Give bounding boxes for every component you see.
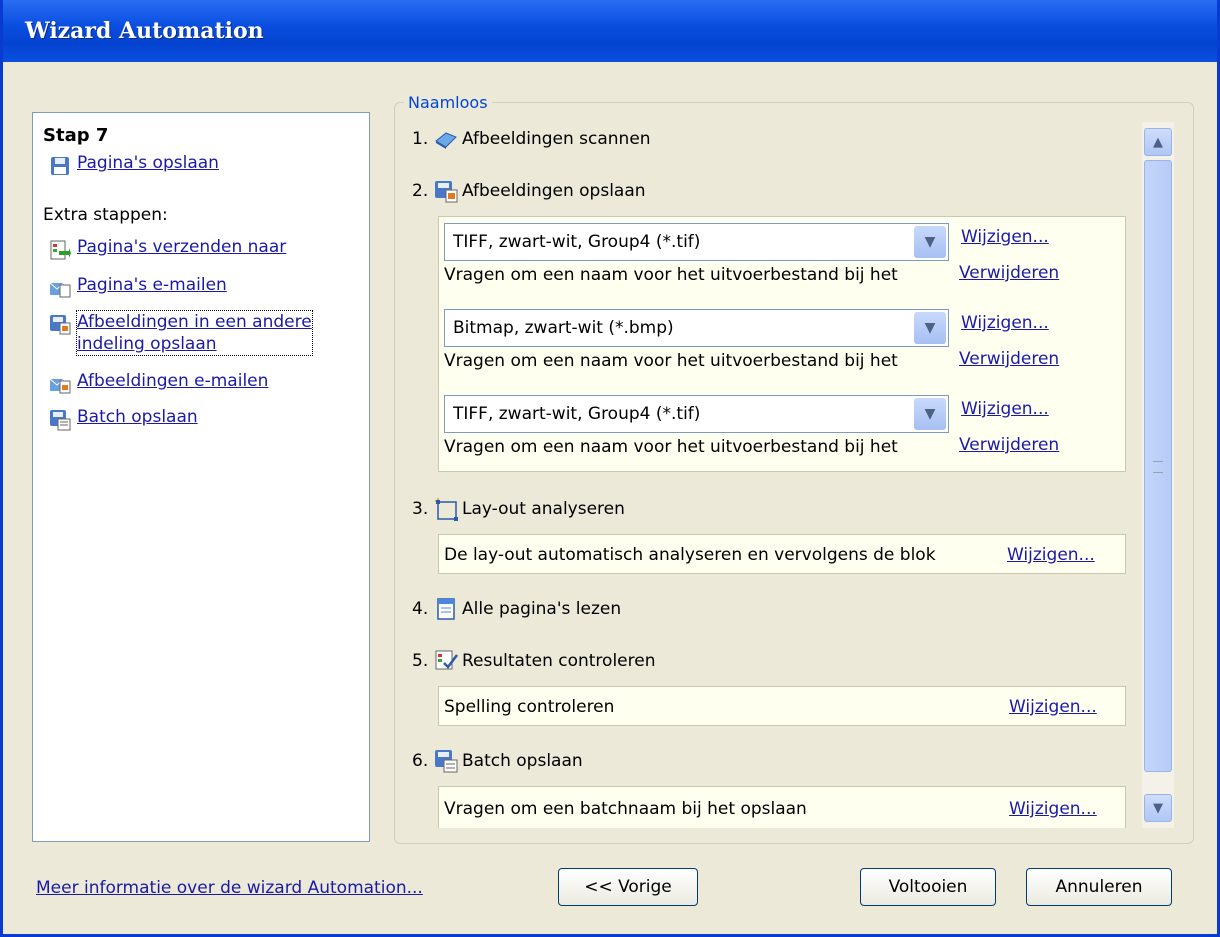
chevron-down-icon[interactable]: ▼ (914, 398, 946, 430)
email-pages-link[interactable]: Pagina's e-mailen (77, 275, 227, 295)
layout-box: De lay-out automatisch analyseren en ver… (438, 534, 1126, 574)
step-5: 5. Resultaten controleren (412, 648, 655, 674)
format-select-value: TIFF, zwart-wit, Group4 (*.tif) (453, 232, 701, 252)
modify-link[interactable]: Wijzigen... (961, 227, 1049, 247)
chevron-down-icon: ▼ (1153, 800, 1163, 816)
chevron-down-icon[interactable]: ▼ (914, 312, 946, 344)
step-number: 5. (412, 651, 429, 671)
check-results-icon (435, 650, 458, 670)
save-formats-box: TIFF, zwart-wit, Group4 (*.tif) ▼ Wijzig… (438, 216, 1126, 472)
step-label: Afbeeldingen opslaan (462, 181, 646, 201)
check-modify-link[interactable]: Wijzigen... (1009, 697, 1097, 717)
save-batch-icon (435, 750, 458, 773)
steps-scrollbar[interactable]: ▲ ▼ (1142, 122, 1174, 828)
previous-button[interactable]: << Vorige (558, 868, 698, 906)
step-number: 1. (412, 129, 429, 149)
step-3: 3. Lay-out analyseren (412, 496, 625, 522)
format-description: Vragen om een naam voor het uitvoerbesta… (444, 265, 898, 285)
extra-link-email-pages[interactable]: Pagina's e-mailen (49, 275, 227, 299)
check-description: Spelling controleren (444, 697, 615, 717)
batch-box: Vragen om een batchnaam bij het opslaan … (438, 786, 1126, 828)
title-bar: Wizard Automation (3, 0, 1217, 62)
step-2: 2. Afbeeldingen opslaan (412, 178, 646, 204)
save-other-format-line2: indeling opslaan (77, 334, 217, 354)
step-1: 1. Afbeeldingen scannen (412, 126, 651, 152)
email-pages-icon (49, 282, 71, 298)
step-link-save-pages[interactable]: Pagina's opslaan (49, 153, 219, 177)
cancel-button[interactable]: Annuleren (1026, 868, 1172, 906)
step-4: 4. Alle pagina's lezen (412, 596, 621, 622)
format-description: Vragen om een naam voor het uitvoerbesta… (444, 351, 898, 371)
scroll-up-button[interactable]: ▲ (1144, 128, 1172, 156)
remove-link[interactable]: Verwijderen (959, 263, 1059, 283)
save-other-format-line1: Afbeeldingen in een andere (77, 312, 312, 332)
step-panel: Stap 7 Pagina's opslaan Extra stappen: P… (32, 112, 370, 842)
remove-link[interactable]: Verwijderen (959, 435, 1059, 455)
step-label: Lay-out analyseren (462, 499, 625, 519)
more-info-link[interactable]: Meer informatie over de wizard Automatio… (36, 878, 423, 898)
layout-icon (435, 498, 458, 521)
chevron-down-icon[interactable]: ▼ (914, 226, 946, 258)
format-select-value: TIFF, zwart-wit, Group4 (*.tif) (453, 404, 701, 424)
step-label: Alle pagina's lezen (462, 599, 622, 619)
step-number: 2. (412, 181, 429, 201)
extra-link-send[interactable]: Pagina's verzenden naar (49, 237, 286, 261)
grip-icon (1153, 461, 1163, 473)
format-select-value: Bitmap, zwart-wit (*.bmp) (453, 318, 674, 338)
step-label: Resultaten controleren (462, 651, 656, 671)
save-pages-link[interactable]: Pagina's opslaan (77, 153, 219, 173)
save-batch-link[interactable]: Batch opslaan (77, 407, 198, 427)
finish-button[interactable]: Voltooien (860, 868, 996, 906)
step-number: 3. (412, 499, 429, 519)
scanner-icon (435, 132, 457, 149)
step-label: Batch opslaan (462, 751, 583, 771)
email-images-icon (49, 378, 71, 394)
email-images-link[interactable]: Afbeeldingen e-mailen (77, 371, 268, 391)
batch-description: Vragen om een batchnaam bij het opslaan (444, 799, 807, 819)
modify-link[interactable]: Wijzigen... (961, 399, 1049, 419)
extra-link-email-images[interactable]: Afbeeldingen e-mailen (49, 371, 268, 395)
extra-steps-label: Extra stappen: (43, 205, 168, 225)
format-select-3[interactable]: TIFF, zwart-wit, Group4 (*.tif) ▼ (444, 395, 949, 433)
batch-modify-link[interactable]: Wijzigen... (1009, 799, 1097, 819)
remove-link[interactable]: Verwijderen (959, 349, 1059, 369)
step-number: 4. (412, 599, 429, 619)
extra-link-save-batch[interactable]: Batch opslaan (49, 407, 198, 431)
groupbox-legend: Naamloos (404, 93, 492, 112)
format-select-1[interactable]: TIFF, zwart-wit, Group4 (*.tif) ▼ (444, 223, 949, 261)
step-6: 6. Batch opslaan (412, 748, 583, 774)
step-number: 6. (412, 751, 429, 771)
read-page-icon (437, 598, 455, 620)
extra-link-save-other-format[interactable]: Afbeeldingen in een andere indeling opsla… (49, 310, 313, 356)
scrollbar-thumb[interactable] (1144, 160, 1172, 772)
scroll-down-button[interactable]: ▼ (1144, 794, 1172, 822)
floppy-icon (51, 157, 69, 175)
send-to-icon (50, 240, 71, 260)
step-label: Afbeeldingen scannen (462, 129, 651, 149)
format-description: Vragen om een naam voor het uitvoerbesta… (444, 437, 898, 457)
format-select-2[interactable]: Bitmap, zwart-wit (*.bmp) ▼ (444, 309, 949, 347)
save-image-icon (435, 181, 458, 203)
chevron-up-icon: ▲ (1153, 134, 1163, 150)
step-title: Stap 7 (43, 125, 109, 146)
modify-link[interactable]: Wijzigen... (961, 313, 1049, 333)
check-box: Spelling controleren Wijzigen... (438, 686, 1126, 726)
steps-list: 1. Afbeeldingen scannen 2. Afbeeldingen … (398, 118, 1140, 828)
save-other-format-link[interactable]: Afbeeldingen in een andere indeling opsla… (76, 310, 313, 356)
save-batch-icon (50, 410, 71, 431)
window-title: Wizard Automation (25, 18, 264, 44)
layout-modify-link[interactable]: Wijzigen... (1007, 545, 1095, 565)
layout-description: De lay-out automatisch analyseren en ver… (444, 545, 936, 565)
save-image-icon (50, 315, 71, 335)
send-pages-link[interactable]: Pagina's verzenden naar (77, 237, 286, 257)
